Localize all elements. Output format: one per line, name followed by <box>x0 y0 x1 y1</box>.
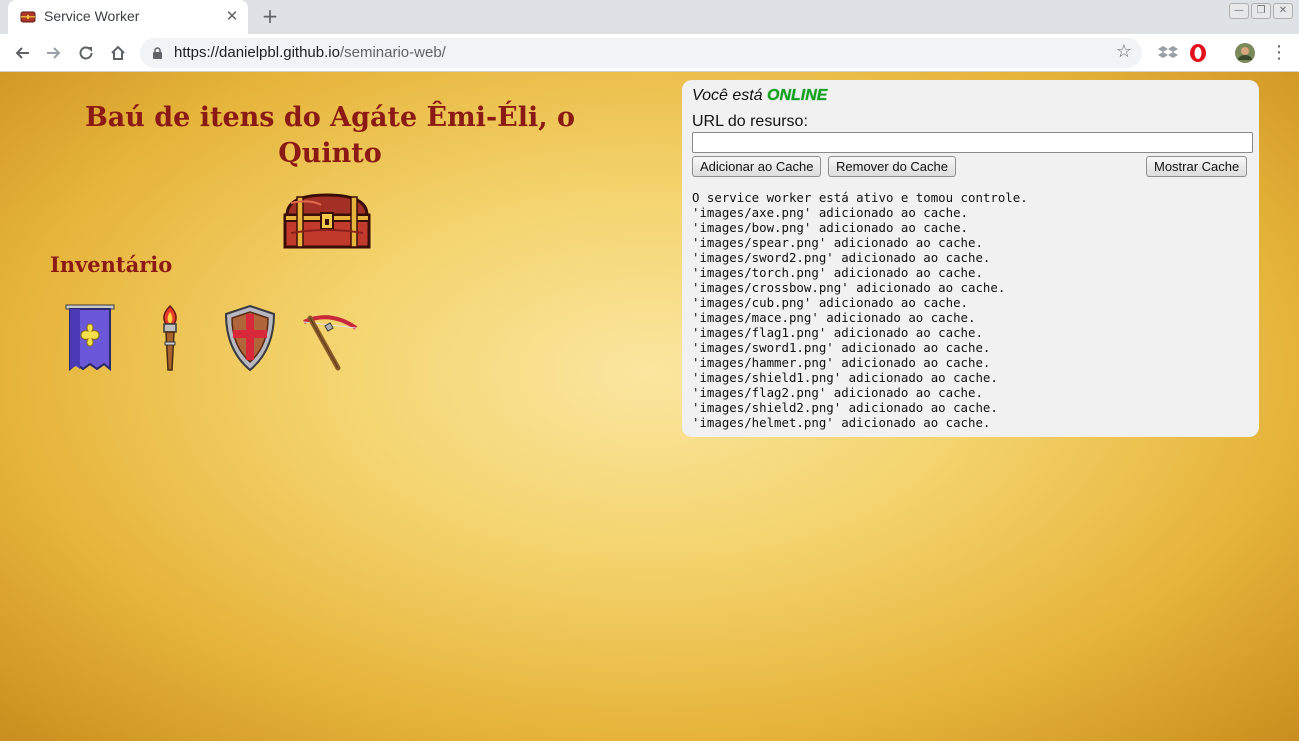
tab-title: Service Worker <box>44 8 140 24</box>
shield-icon <box>224 304 276 372</box>
window-controls: — ❐ ✕ <box>1229 3 1293 19</box>
page-background: Baú de itens do Agáte Êmi-Éli, o Quinto … <box>0 72 1299 741</box>
log-line: 'images/flag1.png' adicionado ao cache. <box>692 325 983 340</box>
treasure-chest-icon <box>283 193 371 249</box>
chest-favicon-icon <box>20 11 36 23</box>
inventory-heading: Inventário <box>50 252 173 277</box>
add-to-cache-button[interactable]: Adicionar ao Cache <box>692 156 822 177</box>
cache-log: O service worker está ativo e tomou cont… <box>692 190 1028 430</box>
address-bar[interactable]: https://danielpbl.github.io/seminario-we… <box>140 38 1142 68</box>
home-button[interactable] <box>104 39 132 67</box>
log-line: 'images/flag2.png' adicionado ao cache. <box>692 385 983 400</box>
log-line: 'images/mace.png' adicionado ao cache. <box>692 310 976 325</box>
status-prefix: Você está <box>692 87 763 104</box>
restore-button[interactable]: ❐ <box>1251 3 1271 19</box>
log-line: 'images/axe.png' adicionado ao cache. <box>692 205 969 220</box>
crossbow-icon <box>303 315 358 371</box>
log-line: 'images/sword1.png' adicionado ao cache. <box>692 340 991 355</box>
back-button[interactable] <box>8 39 36 67</box>
home-icon <box>111 45 125 60</box>
remove-from-cache-button[interactable]: Remover do Cache <box>828 156 956 177</box>
new-tab-button[interactable]: + <box>258 5 282 29</box>
tab-strip: Service Worker ✕ + — ❐ ✕ <box>0 0 1299 34</box>
resource-url-input[interactable] <box>692 132 1253 153</box>
connection-status: Você está ONLINE <box>692 87 827 105</box>
lock-icon[interactable] <box>152 47 163 59</box>
page-title: Baú de itens do Agáte Êmi-Éli, o Quinto <box>84 102 576 169</box>
avatar[interactable] <box>1233 41 1257 65</box>
log-line: O service worker está ativo e tomou cont… <box>692 190 1028 205</box>
torch-icon <box>163 304 177 371</box>
log-line: 'images/bow.png' adicionado ao cache. <box>692 220 969 235</box>
url-host: https://danielpbl.github.io <box>174 44 340 61</box>
forward-button[interactable] <box>40 39 68 67</box>
resource-url-label: URL do resurso: <box>692 113 808 130</box>
log-line: 'images/helmet.png' adicionado ao cache. <box>692 415 991 430</box>
dropbox-extension-icon[interactable] <box>1156 41 1180 65</box>
url-path: /seminario-web/ <box>339 44 446 61</box>
more-menu-icon[interactable]: ⋮ <box>1270 41 1288 65</box>
log-line: 'images/shield1.png' adicionado ao cache… <box>692 370 998 385</box>
log-line: 'images/crossbow.png' adicionado ao cach… <box>692 280 1006 295</box>
log-line: 'images/cub.png' adicionado ao cache. <box>692 295 969 310</box>
forward-arrow-icon <box>47 47 61 59</box>
show-cache-button[interactable]: Mostrar Cache <box>1146 156 1248 177</box>
log-line: 'images/hammer.png' adicionado ao cache. <box>692 355 991 370</box>
service-worker-panel: Você está ONLINE URL do resurso: Adicion… <box>682 80 1259 437</box>
browser-tab[interactable]: Service Worker ✕ <box>8 0 248 34</box>
tab-close-icon[interactable]: ✕ <box>222 6 242 26</box>
browser-toolbar: https://danielpbl.github.io/seminario-we… <box>0 34 1299 72</box>
back-arrow-icon <box>15 47 29 59</box>
log-line: 'images/torch.png' adicionado ao cache. <box>692 265 983 280</box>
status-badge: ONLINE <box>767 87 828 104</box>
reload-button[interactable] <box>72 39 100 67</box>
log-line: 'images/spear.png' adicionado ao cache. <box>692 235 983 250</box>
log-line: 'images/shield2.png' adicionado ao cache… <box>692 400 998 415</box>
reload-icon <box>79 46 93 60</box>
opera-extension-icon[interactable] <box>1186 41 1210 65</box>
url-text[interactable]: https://danielpbl.github.io/seminario-we… <box>174 44 446 61</box>
bookmark-star-icon[interactable]: ☆ <box>1116 41 1132 62</box>
flag-icon <box>65 304 115 372</box>
minimize-button[interactable]: — <box>1229 3 1249 19</box>
close-window-button[interactable]: ✕ <box>1273 3 1293 19</box>
log-line: 'images/sword2.png' adicionado ao cache. <box>692 250 991 265</box>
